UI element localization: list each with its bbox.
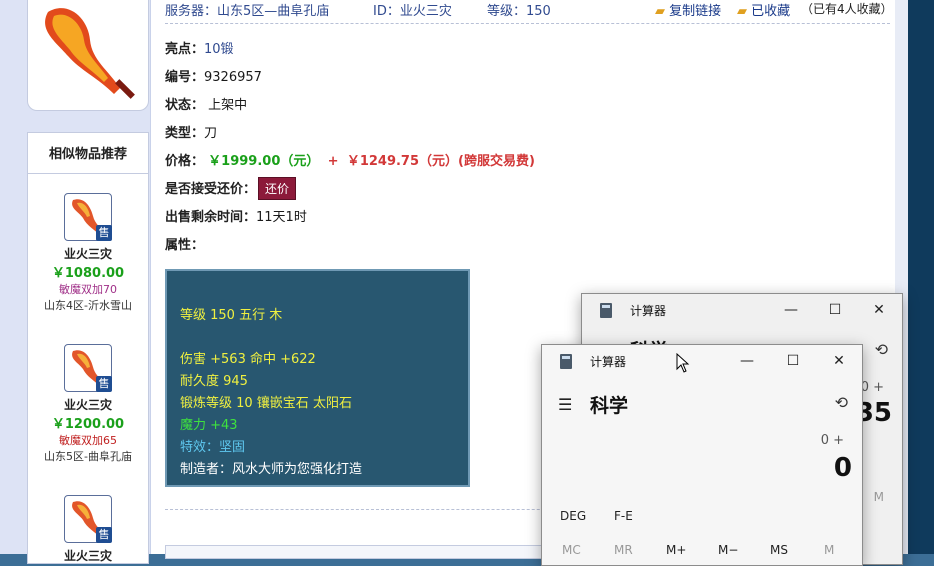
server-text: 服务器：山东5区—曲阜孔庙 [165, 4, 330, 19]
status-row: 状态： 上架中 [165, 98, 248, 113]
copy-link-button[interactable]: ▰ 复制链接 [655, 0, 721, 19]
expression: 0 + [860, 380, 884, 395]
attr-line: 制造者：风水大师为您强化打造 [180, 462, 363, 477]
bargain-row: 是否接受还价： 还价 [165, 177, 297, 200]
attr-line: 等级 150 五行 木 [180, 308, 283, 323]
favorite-icon: ▰ [737, 4, 747, 19]
recommend-panel: 相似物品推荐 售 业火三灾 ￥1080.00 敏魔双加70 山东4区-沂水雪山 … [27, 132, 149, 564]
cross-server-fee: ￥1249.75（元）(跨服交易费) [346, 154, 535, 169]
copy-link-icon: ▰ [655, 4, 665, 19]
attr-line: 伤害 +563 命中 +622 [180, 352, 316, 367]
history-icon[interactable]: ⟲ [835, 393, 848, 412]
mouse-cursor-icon [676, 353, 690, 373]
hamburger-menu-icon[interactable]: ☰ [558, 395, 572, 414]
recommend-item[interactable]: 售 业火三灾 ￥1080.00 敏魔双加70 山东4区-沂水雪山 [28, 193, 148, 313]
remaining-time-row: 出售剩余时间：11天1时 [165, 210, 307, 225]
attributes-panel: 等级 150 五行 木 伤害 +563 命中 +622 耐久度 945 锻炼等级… [165, 269, 470, 487]
divider [165, 509, 595, 510]
section-box [165, 545, 587, 559]
item-header: 服务器：山东5区—曲阜孔庙 ID：业火三灾 等级：150 ▰ 复制链接 ▰ 已收… [165, 0, 895, 22]
highlight-row: 亮点：10锻 [165, 42, 234, 57]
memory-add-button[interactable]: M+ [666, 543, 686, 557]
item-name[interactable]: 业火三灾 [28, 396, 148, 413]
memory-store-button[interactable]: MS [770, 543, 788, 557]
attr-line: 锻炼等级 10 镶嵌宝石 太阳石 [180, 396, 352, 411]
memory-list-button[interactable]: M [824, 543, 834, 557]
item-name[interactable]: 业火三灾 [28, 245, 148, 262]
attr-line: 魔力 +43 [180, 418, 238, 433]
code-row: 编号：9326957 [165, 70, 262, 85]
item-thumbnail[interactable]: 售 [64, 495, 112, 543]
result-display: 0 [833, 453, 852, 483]
item-price: ￥1080.00 [51, 266, 125, 281]
for-sale-badge: 售 [96, 376, 112, 392]
item-image [27, 0, 149, 111]
attr-line: 耐久度 945 [180, 374, 248, 389]
price-row: 价格： ￥1999.00（元） + ￥1249.75（元）(跨服交易费) [165, 154, 535, 169]
titlebar[interactable]: 计算器 — ☐ ✕ [542, 345, 862, 377]
expression: 0 + [820, 433, 844, 448]
memory-subtract-button[interactable]: M− [718, 543, 738, 557]
item-name[interactable]: 业火三灾 [28, 547, 148, 564]
recommend-title: 相似物品推荐 [28, 133, 148, 174]
for-sale-badge: 售 [96, 225, 112, 241]
favorite-button[interactable]: ▰ 已收藏 [737, 0, 790, 19]
memory-clear-button[interactable]: MC [562, 543, 581, 557]
minimize-button[interactable]: — [776, 298, 806, 322]
fe-button[interactable]: F-E [614, 509, 633, 523]
item-server: 山东4区-沂水雪山 [44, 299, 132, 312]
seller-id-text: ID：业火三灾 [373, 4, 452, 19]
maximize-button[interactable]: ☐ [820, 298, 850, 322]
item-server: 山东5区-曲阜孔庙 [44, 450, 132, 463]
window-title: 计算器 [590, 355, 627, 369]
memory-button[interactable]: M [874, 490, 884, 504]
maximize-button[interactable]: ☐ [778, 349, 808, 373]
right-dark-panel [908, 0, 934, 554]
item-attr: 敏魔双加65 [59, 434, 117, 447]
window-title: 计算器 [630, 304, 667, 318]
divider [165, 23, 890, 24]
item-attr: 敏魔双加70 [59, 283, 117, 296]
item-price: ￥1200.00 [51, 417, 125, 432]
mode-title: 科学 [590, 395, 629, 417]
blade-icon [45, 8, 135, 99]
cc-live-watermark: ◎CC直播 [782, 38, 878, 63]
attr-line: 特效：坚固 [180, 440, 246, 455]
calculator-app-icon [600, 303, 612, 318]
close-button[interactable]: ✕ [864, 298, 894, 322]
type-row: 类型：刀 [165, 126, 218, 141]
history-icon[interactable]: ⟲ [875, 340, 888, 359]
calculator-window-front[interactable]: 计算器 — ☐ ✕ ☰ 科学 ⟲ 0 + 0 DEG F-E MC MR M+ … [541, 344, 863, 566]
cc-logo-icon: ◎ [782, 38, 802, 63]
close-button[interactable]: ✕ [824, 349, 854, 373]
item-thumbnail[interactable]: 售 [64, 193, 112, 241]
memory-recall-button[interactable]: MR [614, 543, 633, 557]
level-text: 等级：150 [487, 4, 551, 19]
attributes-row: 属性： [165, 238, 205, 253]
deg-button[interactable]: DEG [560, 509, 586, 523]
favorite-count: （已有4人收藏） [801, 2, 893, 16]
recommend-item[interactable]: 售 业火三灾 ￥1200.00 敏魔双加65 山东5区-曲阜孔庙 [28, 344, 148, 464]
price-value: ￥1999.00（元） [208, 154, 320, 169]
item-thumbnail[interactable]: 售 [64, 344, 112, 392]
for-sale-badge: 售 [96, 527, 112, 543]
bargain-button[interactable]: 还价 [258, 177, 297, 200]
minimize-button[interactable]: — [732, 349, 762, 373]
calculator-app-icon [560, 354, 572, 369]
titlebar[interactable]: 计算器 — ☐ ✕ [582, 294, 902, 326]
